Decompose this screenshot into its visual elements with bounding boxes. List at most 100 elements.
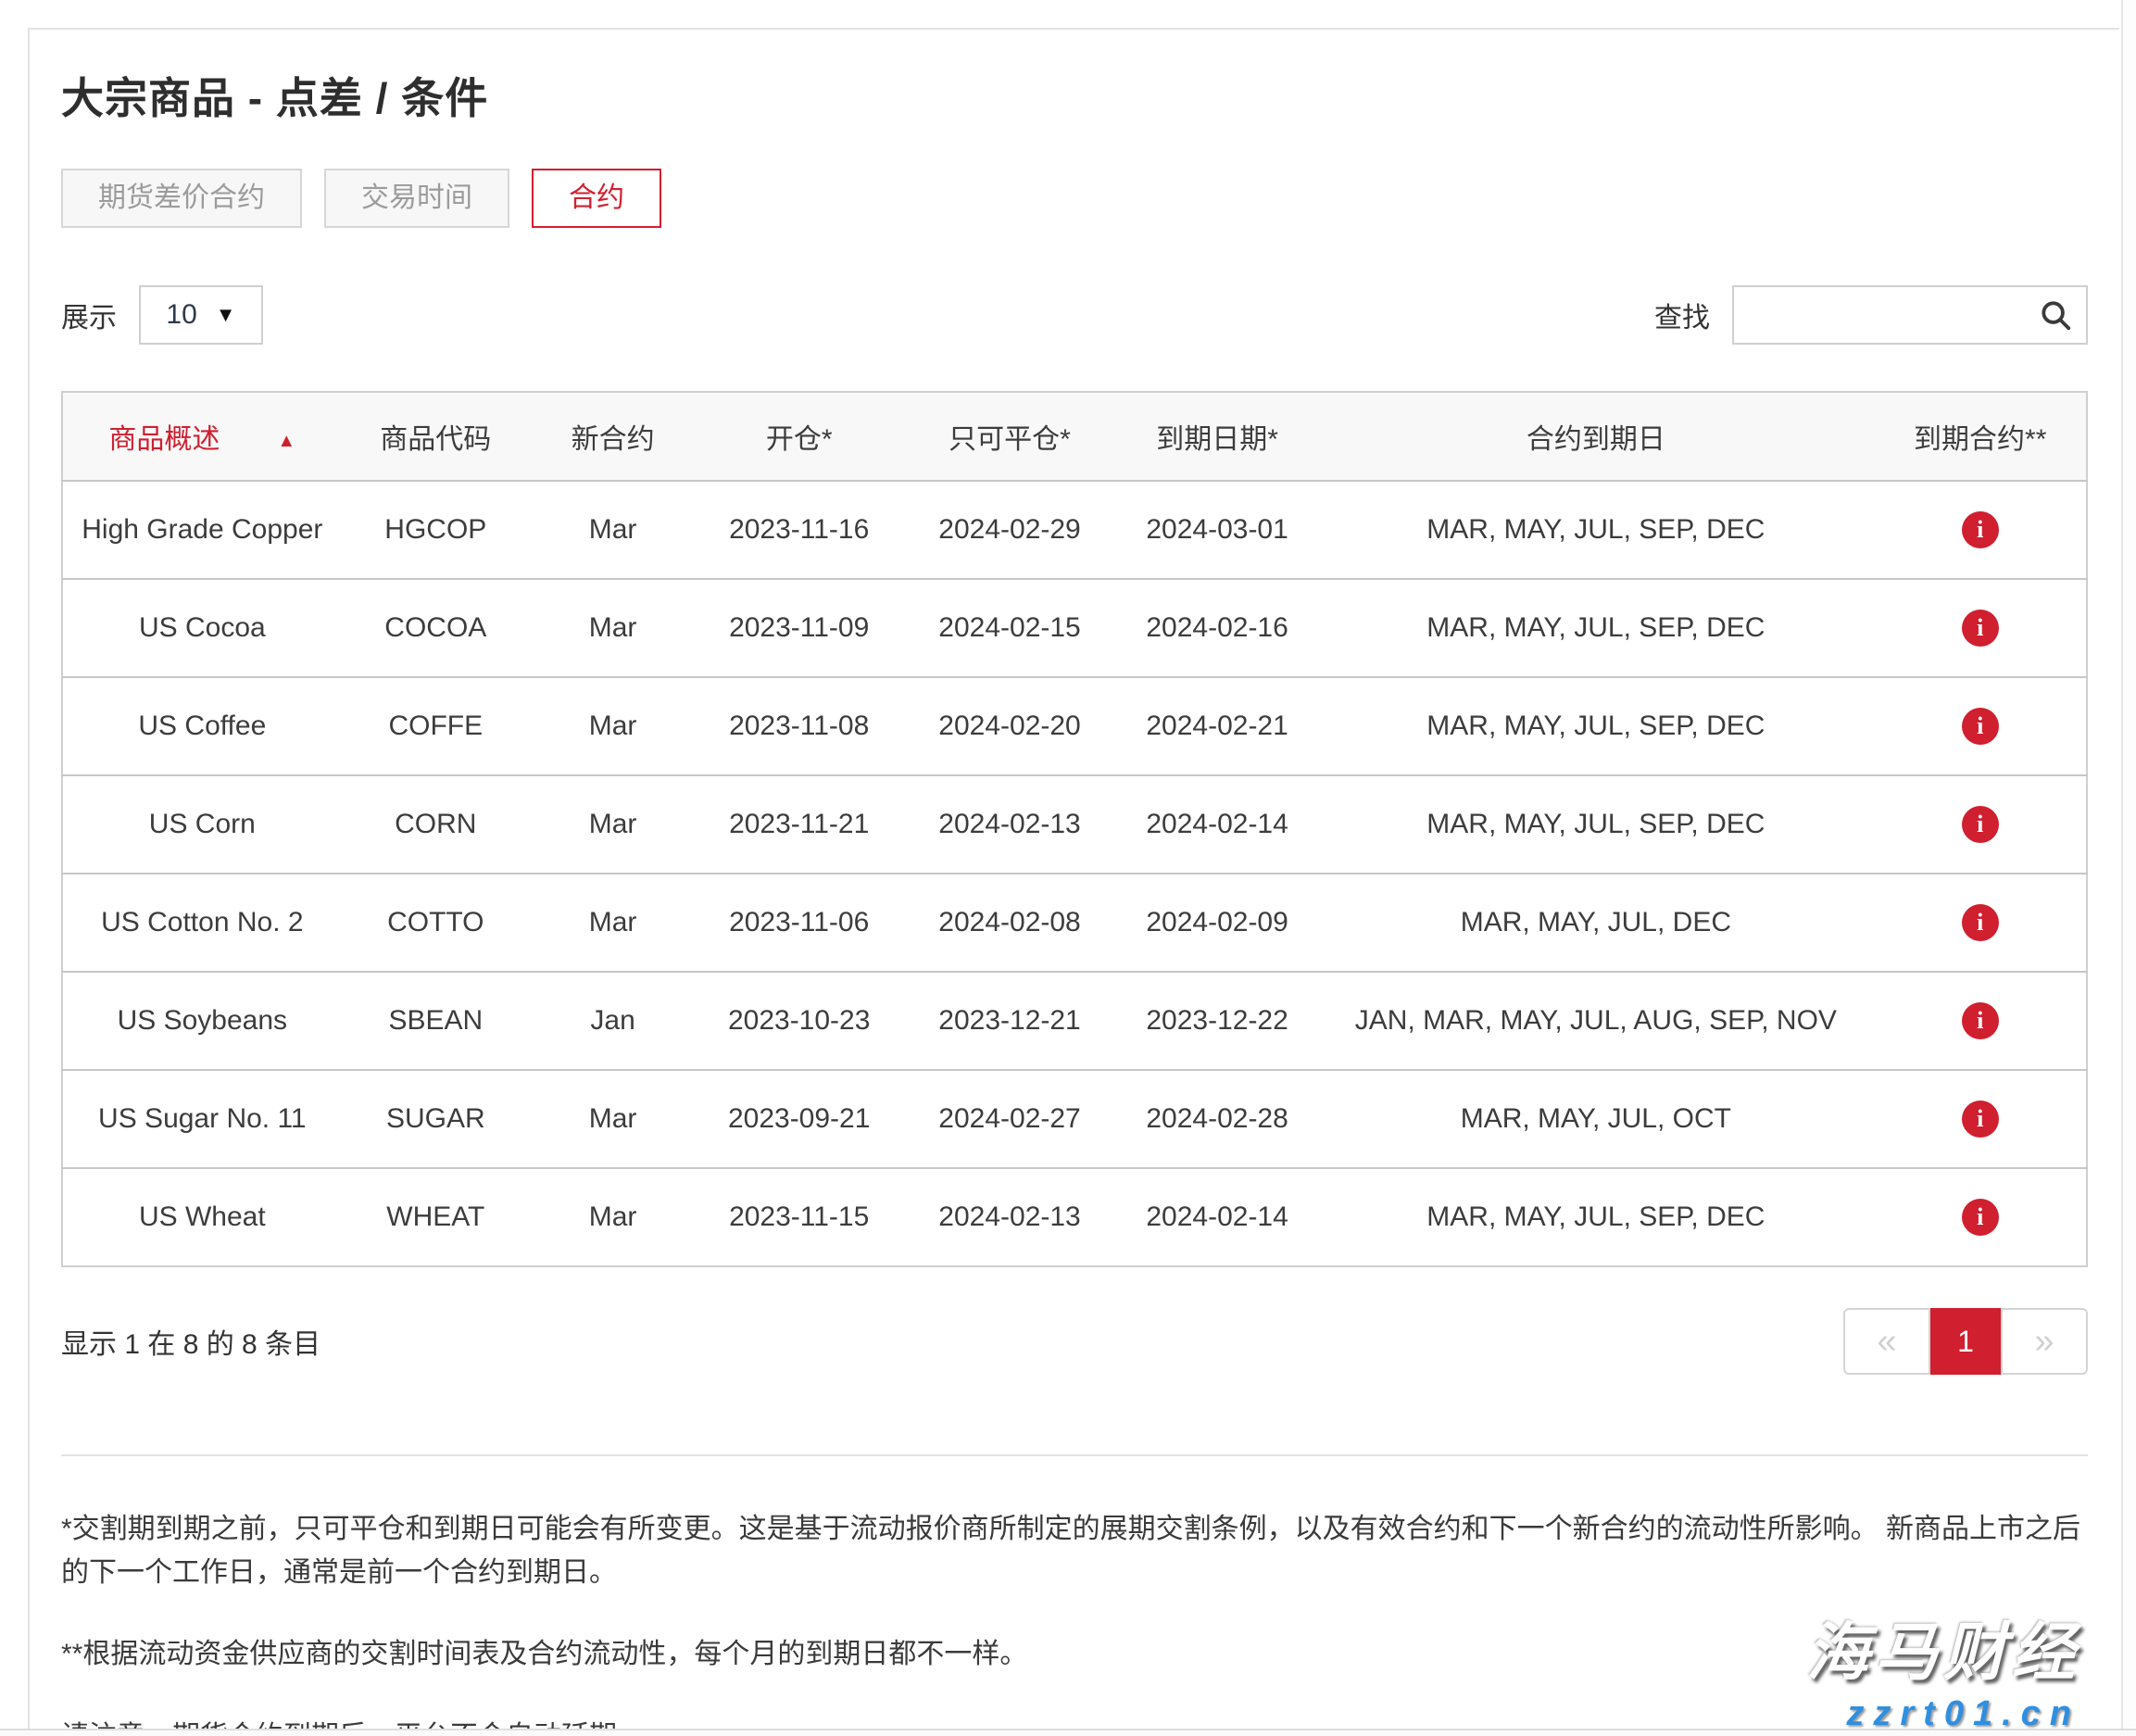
cell-expiry-date: 2024-02-16	[1117, 579, 1317, 677]
tab-bar: 期货差价合约 交易时间 合约	[61, 169, 2088, 228]
page-size-control: 展示 10 ▼	[61, 285, 263, 345]
table-row: US Coffee COFFE Mar 2023-11-08 2024-02-2…	[62, 677, 2087, 775]
info-icon[interactable]: i	[1962, 610, 1999, 647]
cell-code: HGCOP	[342, 481, 530, 579]
cell-contract-expiry: MAR, MAY, JUL, DEC	[1317, 874, 1874, 972]
tab-contracts[interactable]: 合约	[532, 169, 661, 228]
cell-overview: US Soybeans	[62, 972, 342, 1070]
search-box	[1732, 285, 2088, 345]
cell-new-contract: Mar	[530, 874, 696, 972]
footnote-2: **根据流动资金供应商的交割时间表及合约流动性，每个月的到期日都不一样。	[61, 1633, 2088, 1677]
cell-open: 2023-09-21	[696, 1070, 902, 1168]
cell-close-only: 2023-12-21	[902, 972, 1117, 1070]
chevron-down-icon: ▼	[216, 303, 236, 327]
cell-open: 2023-11-15	[696, 1168, 902, 1266]
info-icon[interactable]: i	[1962, 1101, 1999, 1138]
sort-ascending-icon: ▲	[277, 431, 295, 451]
table-row: US Sugar No. 11 SUGAR Mar 2023-09-21 202…	[62, 1070, 2087, 1168]
cell-new-contract: Mar	[530, 775, 696, 874]
cell-close-only: 2024-02-08	[902, 874, 1117, 972]
cell-new-contract: Mar	[530, 579, 696, 677]
table-row: US Wheat WHEAT Mar 2023-11-15 2024-02-13…	[62, 1168, 2087, 1266]
cell-expiry-date: 2024-03-01	[1117, 481, 1317, 579]
cell-code: SBEAN	[342, 972, 530, 1070]
cell-contract-expiry: MAR, MAY, JUL, SEP, DEC	[1317, 775, 1874, 874]
page-size-select[interactable]: 10 ▼	[139, 285, 263, 345]
cell-expiry-date: 2024-02-21	[1117, 677, 1317, 775]
cell-open: 2023-10-23	[696, 972, 902, 1070]
tab-trading-hours[interactable]: 交易时间	[324, 169, 509, 228]
info-icon[interactable]: i	[1962, 1002, 1999, 1039]
cell-overview: US Cotton No. 2	[62, 874, 342, 972]
pagination: « 1 »	[1843, 1308, 2088, 1375]
cell-open: 2023-11-08	[696, 677, 902, 775]
cell-info: i	[1874, 1070, 2087, 1168]
info-icon[interactable]: i	[1962, 806, 1999, 843]
header-open[interactable]: 开仓*	[696, 392, 902, 481]
header-new-contract[interactable]: 新合约	[530, 392, 696, 481]
cell-code: CORN	[342, 775, 530, 874]
bottom-edge	[0, 1729, 2136, 1736]
cell-new-contract: Mar	[530, 481, 696, 579]
cell-new-contract: Mar	[530, 677, 696, 775]
cell-close-only: 2024-02-29	[902, 481, 1117, 579]
cell-overview: US Wheat	[62, 1168, 342, 1266]
footnote-1: *交割期到期之前，只可平仓和到期日可能会有所变更。这是基于流动报价商所制定的展期…	[61, 1508, 2088, 1594]
cell-new-contract: Mar	[530, 1070, 696, 1168]
cell-overview: US Corn	[62, 775, 342, 874]
table-row: US Soybeans SBEAN Jan 2023-10-23 2023-12…	[62, 972, 2087, 1070]
cell-new-contract: Mar	[530, 1168, 696, 1266]
table-row: US Corn CORN Mar 2023-11-21 2024-02-13 2…	[62, 775, 2087, 874]
cell-info: i	[1874, 775, 2087, 874]
search-label: 查找	[1654, 295, 1710, 335]
table-row: US Cocoa COCOA Mar 2023-11-09 2024-02-15…	[62, 579, 2087, 677]
header-contract-expiry[interactable]: 合约到期日	[1317, 392, 1874, 481]
cell-open: 2023-11-21	[696, 775, 902, 874]
info-icon[interactable]: i	[1962, 511, 1999, 548]
footnotes: *交割期到期之前，只可平仓和到期日可能会有所变更。这是基于流动报价商所制定的展期…	[61, 1508, 2088, 1736]
scrollbar[interactable]	[2121, 0, 2136, 1736]
cell-info: i	[1874, 874, 2087, 972]
cell-open: 2023-11-06	[696, 874, 902, 972]
cell-contract-expiry: JAN, MAR, MAY, JUL, AUG, SEP, NOV	[1317, 972, 1874, 1070]
entries-info: 显示 1 在 8 的 8 条目	[61, 1321, 320, 1362]
table-footer: 显示 1 在 8 的 8 条目 « 1 »	[61, 1308, 2088, 1375]
cell-expiry-date: 2024-02-28	[1117, 1070, 1317, 1168]
cell-info: i	[1874, 481, 2087, 579]
contracts-table: 商品概述▲ 商品代码 新合约 开仓* 只可平仓* 到期日期* 合约到期日 到期合…	[61, 391, 2088, 1267]
header-close-only[interactable]: 只可平仓*	[902, 392, 1117, 481]
info-icon[interactable]: i	[1962, 1199, 1999, 1236]
header-expiring-contract[interactable]: 到期合约**	[1874, 392, 2087, 481]
cell-contract-expiry: MAR, MAY, JUL, OCT	[1317, 1070, 1874, 1168]
cell-contract-expiry: MAR, MAY, JUL, SEP, DEC	[1317, 1168, 1874, 1266]
cell-contract-expiry: MAR, MAY, JUL, SEP, DEC	[1317, 579, 1874, 677]
page-title: 大宗商品 - 点差 / 条件	[61, 65, 2088, 126]
cell-code: COFFE	[342, 677, 530, 775]
cell-overview: US Coffee	[62, 677, 342, 775]
cell-code: WHEAT	[342, 1168, 530, 1266]
info-icon[interactable]: i	[1962, 708, 1999, 745]
header-overview[interactable]: 商品概述▲	[62, 392, 342, 481]
header-code[interactable]: 商品代码	[342, 392, 530, 481]
cell-contract-expiry: MAR, MAY, JUL, SEP, DEC	[1317, 677, 1874, 775]
search-icon[interactable]	[2038, 297, 2073, 333]
info-icon[interactable]: i	[1962, 904, 1999, 941]
cell-close-only: 2024-02-20	[902, 677, 1117, 775]
pagination-prev-button[interactable]: «	[1843, 1308, 1930, 1375]
tab-futures-cfd[interactable]: 期货差价合约	[61, 169, 302, 228]
cell-code: SUGAR	[342, 1070, 530, 1168]
page-size-value: 10	[166, 299, 196, 331]
header-expiry-date[interactable]: 到期日期*	[1117, 392, 1317, 481]
page-container: 大宗商品 - 点差 / 条件 期货差价合约 交易时间 合约 展示 10 ▼ 查找	[28, 28, 2119, 1729]
table-header-row: 商品概述▲ 商品代码 新合约 开仓* 只可平仓* 到期日期* 合约到期日 到期合…	[62, 392, 2087, 481]
search-input[interactable]	[1734, 287, 2086, 343]
page-size-label: 展示	[61, 295, 117, 335]
cell-expiry-date: 2024-02-14	[1117, 775, 1317, 874]
pagination-next-button[interactable]: »	[2001, 1308, 2088, 1375]
pagination-page-1[interactable]: 1	[1930, 1308, 2001, 1375]
cell-expiry-date: 2023-12-22	[1117, 972, 1317, 1070]
divider	[61, 1454, 2088, 1456]
search-control: 查找	[1654, 285, 2088, 345]
table-body: High Grade Copper HGCOP Mar 2023-11-16 2…	[62, 481, 2087, 1266]
cell-close-only: 2024-02-15	[902, 579, 1117, 677]
